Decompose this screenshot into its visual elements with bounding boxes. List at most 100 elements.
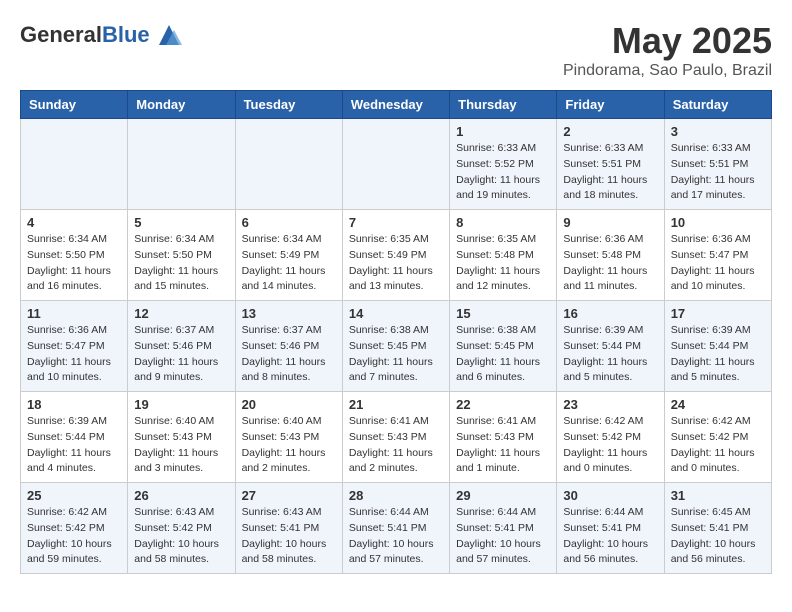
day-info: Sunrise: 6:33 AMSunset: 5:51 PMDaylight:… [563, 141, 657, 204]
calendar-cell: 8Sunrise: 6:35 AMSunset: 5:48 PMDaylight… [450, 210, 557, 301]
day-number: 22 [456, 397, 550, 412]
logo-icon [154, 20, 184, 50]
day-number: 15 [456, 306, 550, 321]
calendar-cell: 12Sunrise: 6:37 AMSunset: 5:46 PMDayligh… [128, 301, 235, 392]
day-number: 10 [671, 215, 765, 230]
page-header: GeneralBlue May 2025 Pindorama, Sao Paul… [20, 20, 772, 80]
calendar-cell: 23Sunrise: 6:42 AMSunset: 5:42 PMDayligh… [557, 392, 664, 483]
day-info: Sunrise: 6:40 AMSunset: 5:43 PMDaylight:… [242, 414, 336, 477]
day-info: Sunrise: 6:33 AMSunset: 5:51 PMDaylight:… [671, 141, 765, 204]
day-info: Sunrise: 6:43 AMSunset: 5:41 PMDaylight:… [242, 505, 336, 568]
week-row-1: 1 Sunrise: 6:33 AMSunset: 5:52 PMDaylight… [21, 119, 772, 210]
calendar-cell: 11 Sunrise: 6:36 AMSunset: 5:47 PMDayligh… [21, 301, 128, 392]
calendar-cell [128, 119, 235, 210]
day-info: Sunrise: 6:37 AMSunset: 5:46 PMDaylight:… [134, 323, 228, 386]
day-number: 31 [671, 488, 765, 503]
week-row-3: 11 Sunrise: 6:36 AMSunset: 5:47 PMDayligh… [21, 301, 772, 392]
day-info: Sunrise: 6:43 AMSunset: 5:42 PMDaylight:… [134, 505, 228, 568]
day-header-sunday: Sunday [21, 91, 128, 119]
day-number: 24 [671, 397, 765, 412]
day-number: 5 [134, 215, 228, 230]
calendar-cell: 21Sunrise: 6:41 AMSunset: 5:43 PMDayligh… [342, 392, 449, 483]
day-info: Sunrise: 6:37 AMSunset: 5:46 PMDaylight:… [242, 323, 336, 386]
day-header-thursday: Thursday [450, 91, 557, 119]
month-title: May 2025 [563, 20, 772, 62]
calendar-cell: 28 Sunrise: 6:44 AMSunset: 5:41 PMDayligh… [342, 483, 449, 574]
calendar-cell: 5 Sunrise: 6:34 AMSunset: 5:50 PMDaylight… [128, 210, 235, 301]
calendar-cell: 22 Sunrise: 6:41 AMSunset: 5:43 PMDayligh… [450, 392, 557, 483]
calendar-cell: 17Sunrise: 6:39 AMSunset: 5:44 PMDayligh… [664, 301, 771, 392]
calendar-cell: 18Sunrise: 6:39 AMSunset: 5:44 PMDayligh… [21, 392, 128, 483]
day-number: 3 [671, 124, 765, 139]
calendar-cell: 25 Sunrise: 6:42 AMSunset: 5:42 PMDayligh… [21, 483, 128, 574]
logo-blue: Blue [102, 22, 150, 47]
day-number: 19 [134, 397, 228, 412]
day-info: Sunrise: 6:44 AMSunset: 5:41 PMDaylight:… [349, 505, 443, 568]
day-number: 25 [27, 488, 121, 503]
calendar-cell [342, 119, 449, 210]
day-info: Sunrise: 6:42 AMSunset: 5:42 PMDaylight:… [27, 505, 121, 568]
subtitle: Pindorama, Sao Paulo, Brazil [563, 62, 772, 80]
calendar-cell: 30Sunrise: 6:44 AMSunset: 5:41 PMDayligh… [557, 483, 664, 574]
day-info: Sunrise: 6:41 AMSunset: 5:43 PMDaylight:… [349, 414, 443, 477]
day-info: Sunrise: 6:34 AMSunset: 5:50 PMDaylight:… [134, 232, 228, 295]
day-number: 29 [456, 488, 550, 503]
day-header-wednesday: Wednesday [342, 91, 449, 119]
day-header-friday: Friday [557, 91, 664, 119]
calendar-cell: 7 Sunrise: 6:35 AMSunset: 5:49 PMDaylight… [342, 210, 449, 301]
day-number: 9 [563, 215, 657, 230]
day-info: Sunrise: 6:41 AMSunset: 5:43 PMDaylight:… [456, 414, 550, 477]
calendar-cell: 10 Sunrise: 6:36 AMSunset: 5:47 PMDayligh… [664, 210, 771, 301]
day-info: Sunrise: 6:38 AMSunset: 5:45 PMDaylight:… [456, 323, 550, 386]
calendar-cell [235, 119, 342, 210]
day-number: 28 [349, 488, 443, 503]
day-info: Sunrise: 6:39 AMSunset: 5:44 PMDaylight:… [27, 414, 121, 477]
day-number: 16 [563, 306, 657, 321]
calendar-cell: 19 Sunrise: 6:40 AMSunset: 5:43 PMDayligh… [128, 392, 235, 483]
day-info: Sunrise: 6:36 AMSunset: 5:47 PMDaylight:… [671, 232, 765, 295]
calendar-cell: 16 Sunrise: 6:39 AMSunset: 5:44 PMDayligh… [557, 301, 664, 392]
calendar-cell: 15 Sunrise: 6:38 AMSunset: 5:45 PMDayligh… [450, 301, 557, 392]
day-header-tuesday: Tuesday [235, 91, 342, 119]
day-number: 8 [456, 215, 550, 230]
logo: GeneralBlue [20, 20, 184, 50]
day-info: Sunrise: 6:44 AMSunset: 5:41 PMDaylight:… [563, 505, 657, 568]
day-info: Sunrise: 6:45 AMSunset: 5:41 PMDaylight:… [671, 505, 765, 568]
calendar-cell: 1 Sunrise: 6:33 AMSunset: 5:52 PMDaylight… [450, 119, 557, 210]
week-row-4: 18Sunrise: 6:39 AMSunset: 5:44 PMDayligh… [21, 392, 772, 483]
calendar-cell: 9 Sunrise: 6:36 AMSunset: 5:48 PMDaylight… [557, 210, 664, 301]
calendar-cell: 27 Sunrise: 6:43 AMSunset: 5:41 PMDayligh… [235, 483, 342, 574]
day-number: 26 [134, 488, 228, 503]
day-info: Sunrise: 6:36 AMSunset: 5:48 PMDaylight:… [563, 232, 657, 295]
calendar-cell: 3 Sunrise: 6:33 AMSunset: 5:51 PMDaylight… [664, 119, 771, 210]
day-info: Sunrise: 6:39 AMSunset: 5:44 PMDaylight:… [563, 323, 657, 386]
day-info: Sunrise: 6:39 AMSunset: 5:44 PMDaylight:… [671, 323, 765, 386]
day-number: 7 [349, 215, 443, 230]
calendar-cell: 31 Sunrise: 6:45 AMSunset: 5:41 PMDayligh… [664, 483, 771, 574]
calendar-cell: 4Sunrise: 6:34 AMSunset: 5:50 PMDaylight… [21, 210, 128, 301]
calendar-table: SundayMondayTuesdayWednesdayThursdayFrid… [20, 90, 772, 574]
day-info: Sunrise: 6:34 AMSunset: 5:49 PMDaylight:… [242, 232, 336, 295]
day-number: 27 [242, 488, 336, 503]
calendar-cell: 20Sunrise: 6:40 AMSunset: 5:43 PMDayligh… [235, 392, 342, 483]
day-number: 11 [27, 306, 121, 321]
calendar-cell: 13 Sunrise: 6:37 AMSunset: 5:46 PMDayligh… [235, 301, 342, 392]
day-info: Sunrise: 6:42 AMSunset: 5:42 PMDaylight:… [563, 414, 657, 477]
calendar-cell: 29Sunrise: 6:44 AMSunset: 5:41 PMDayligh… [450, 483, 557, 574]
calendar-cell: 24 Sunrise: 6:42 AMSunset: 5:42 PMDayligh… [664, 392, 771, 483]
day-number: 14 [349, 306, 443, 321]
day-info: Sunrise: 6:33 AMSunset: 5:52 PMDaylight:… [456, 141, 550, 204]
logo-general: General [20, 22, 102, 47]
calendar-cell: 14 Sunrise: 6:38 AMSunset: 5:45 PMDayligh… [342, 301, 449, 392]
day-number: 1 [456, 124, 550, 139]
day-info: Sunrise: 6:40 AMSunset: 5:43 PMDaylight:… [134, 414, 228, 477]
day-number: 13 [242, 306, 336, 321]
calendar-cell: 6Sunrise: 6:34 AMSunset: 5:49 PMDaylight… [235, 210, 342, 301]
day-info: Sunrise: 6:42 AMSunset: 5:42 PMDaylight:… [671, 414, 765, 477]
title-area: May 2025 Pindorama, Sao Paulo, Brazil [563, 20, 772, 80]
day-info: Sunrise: 6:35 AMSunset: 5:49 PMDaylight:… [349, 232, 443, 295]
day-number: 4 [27, 215, 121, 230]
day-info: Sunrise: 6:36 AMSunset: 5:47 PMDaylight:… [27, 323, 121, 386]
calendar-cell [21, 119, 128, 210]
day-info: Sunrise: 6:38 AMSunset: 5:45 PMDaylight:… [349, 323, 443, 386]
